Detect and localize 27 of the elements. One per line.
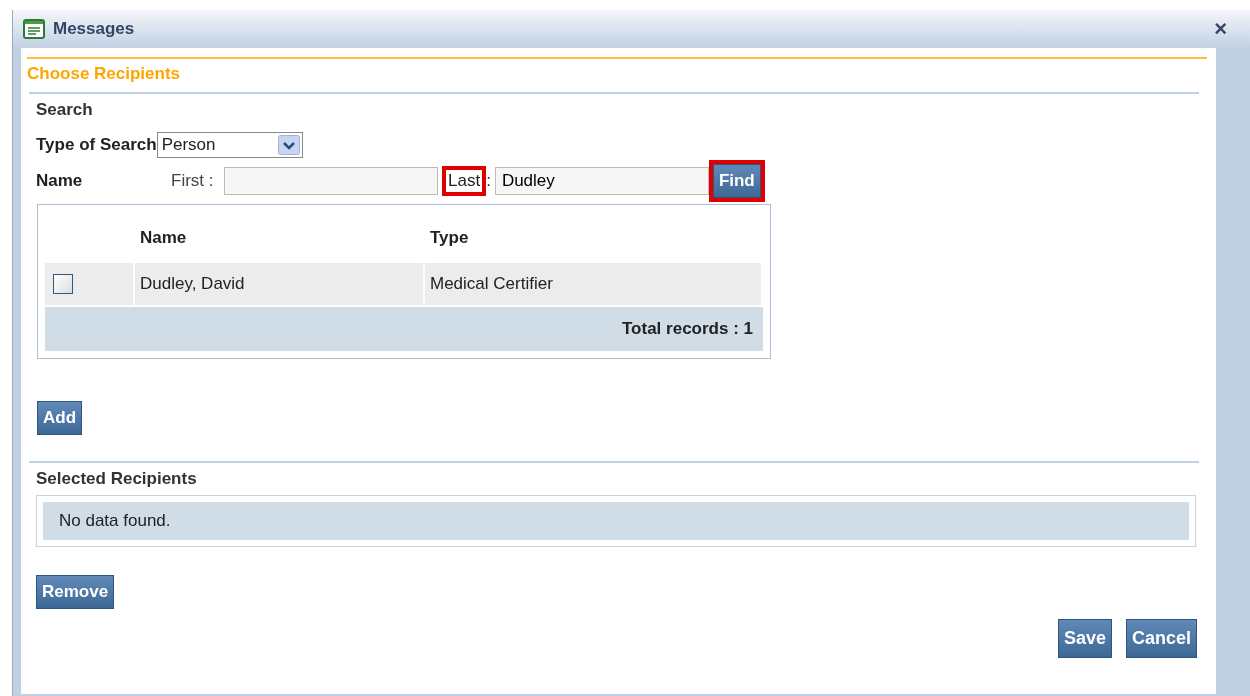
dialog-button[interactable]: Cancel — [1125, 619, 1197, 658]
find-button[interactable]: Find — [712, 164, 761, 198]
name-label: Name — [36, 171, 84, 191]
search-heading: Search — [36, 100, 94, 121]
add-button[interactable]: Add — [37, 401, 83, 435]
chevron-down-icon[interactable] — [277, 135, 300, 155]
first-name-field[interactable] — [224, 167, 438, 195]
type-of-search-label: Type of Search — [36, 135, 157, 155]
selected-recipients-heading: Selected Recipients — [29, 461, 1199, 495]
last-name-field[interactable]: Dudley — [494, 167, 709, 195]
dialog-button[interactable]: Save — [1057, 619, 1112, 658]
section-title: Choose Recipients — [27, 57, 1207, 92]
close-button[interactable]: × — [1214, 16, 1227, 42]
column-header: Type — [429, 228, 470, 248]
checkbox[interactable] — [53, 274, 73, 294]
column-header: Name — [139, 228, 188, 248]
table-cell: Medical Certifier — [425, 263, 763, 305]
empty-message: No data found. — [43, 502, 1189, 540]
last-name-label: Last — [442, 166, 487, 196]
document-icon — [23, 19, 45, 39]
remove-button[interactable]: Remove — [36, 575, 115, 609]
first-name-label: First : — [171, 171, 215, 191]
total-records: Total records : 1 — [622, 319, 753, 339]
colon-label: : — [486, 171, 491, 191]
type-of-search-dropdown[interactable]: Person — [156, 132, 303, 158]
table-cell: Dudley, David — [135, 263, 425, 305]
window-title: Messages — [53, 19, 135, 39]
